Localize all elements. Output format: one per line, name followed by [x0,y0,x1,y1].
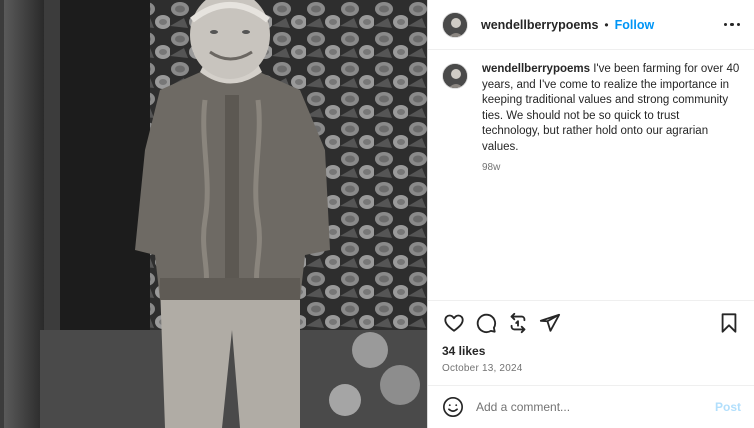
caption-avatar-image [443,64,467,88]
caption-text: I've been farming for over 40 years, and… [482,63,740,153]
add-comment-bar: Post [428,385,754,428]
caption-username[interactable]: wendellberrypoems [482,63,590,75]
emoji-icon[interactable] [442,396,464,418]
caption: wendellberrypoems I've been farming for … [442,62,740,173]
follow-button[interactable]: Follow [615,18,655,32]
post-date[interactable]: October 13, 2024 [442,363,741,374]
avatar[interactable] [442,11,468,38]
comments-section: wendellberrypoems I've been farming for … [428,50,754,300]
caption-age[interactable]: 98w [482,162,740,173]
more-options-icon[interactable] [723,19,740,31]
heart-icon[interactable] [442,311,466,335]
header-username[interactable]: wendellberrypoems [481,18,598,32]
repost-icon[interactable] [506,311,530,335]
caption-avatar[interactable] [442,63,468,89]
likes-count[interactable]: 34 likes [442,344,741,358]
share-icon[interactable] [538,311,562,335]
photo-illustration [0,0,427,428]
bookmark-icon[interactable] [717,311,741,335]
post-comment-button[interactable]: Post [715,400,741,414]
separator-dot: • [604,17,609,32]
action-icons [442,311,741,335]
post-header: wendellberrypoems • Follow [428,0,754,50]
comment-icon[interactable] [474,311,498,335]
post-photo[interactable] [0,0,427,428]
actions-bar: 34 likes October 13, 2024 [428,300,754,384]
caption-body: wendellberrypoems I've been farming for … [482,62,740,173]
caption-text-block: wendellberrypoems I've been farming for … [482,62,740,155]
post-details-panel: wendellberrypoems • Follow wendellberryp… [427,0,754,428]
comment-input[interactable] [476,400,715,414]
avatar-image [443,12,467,37]
